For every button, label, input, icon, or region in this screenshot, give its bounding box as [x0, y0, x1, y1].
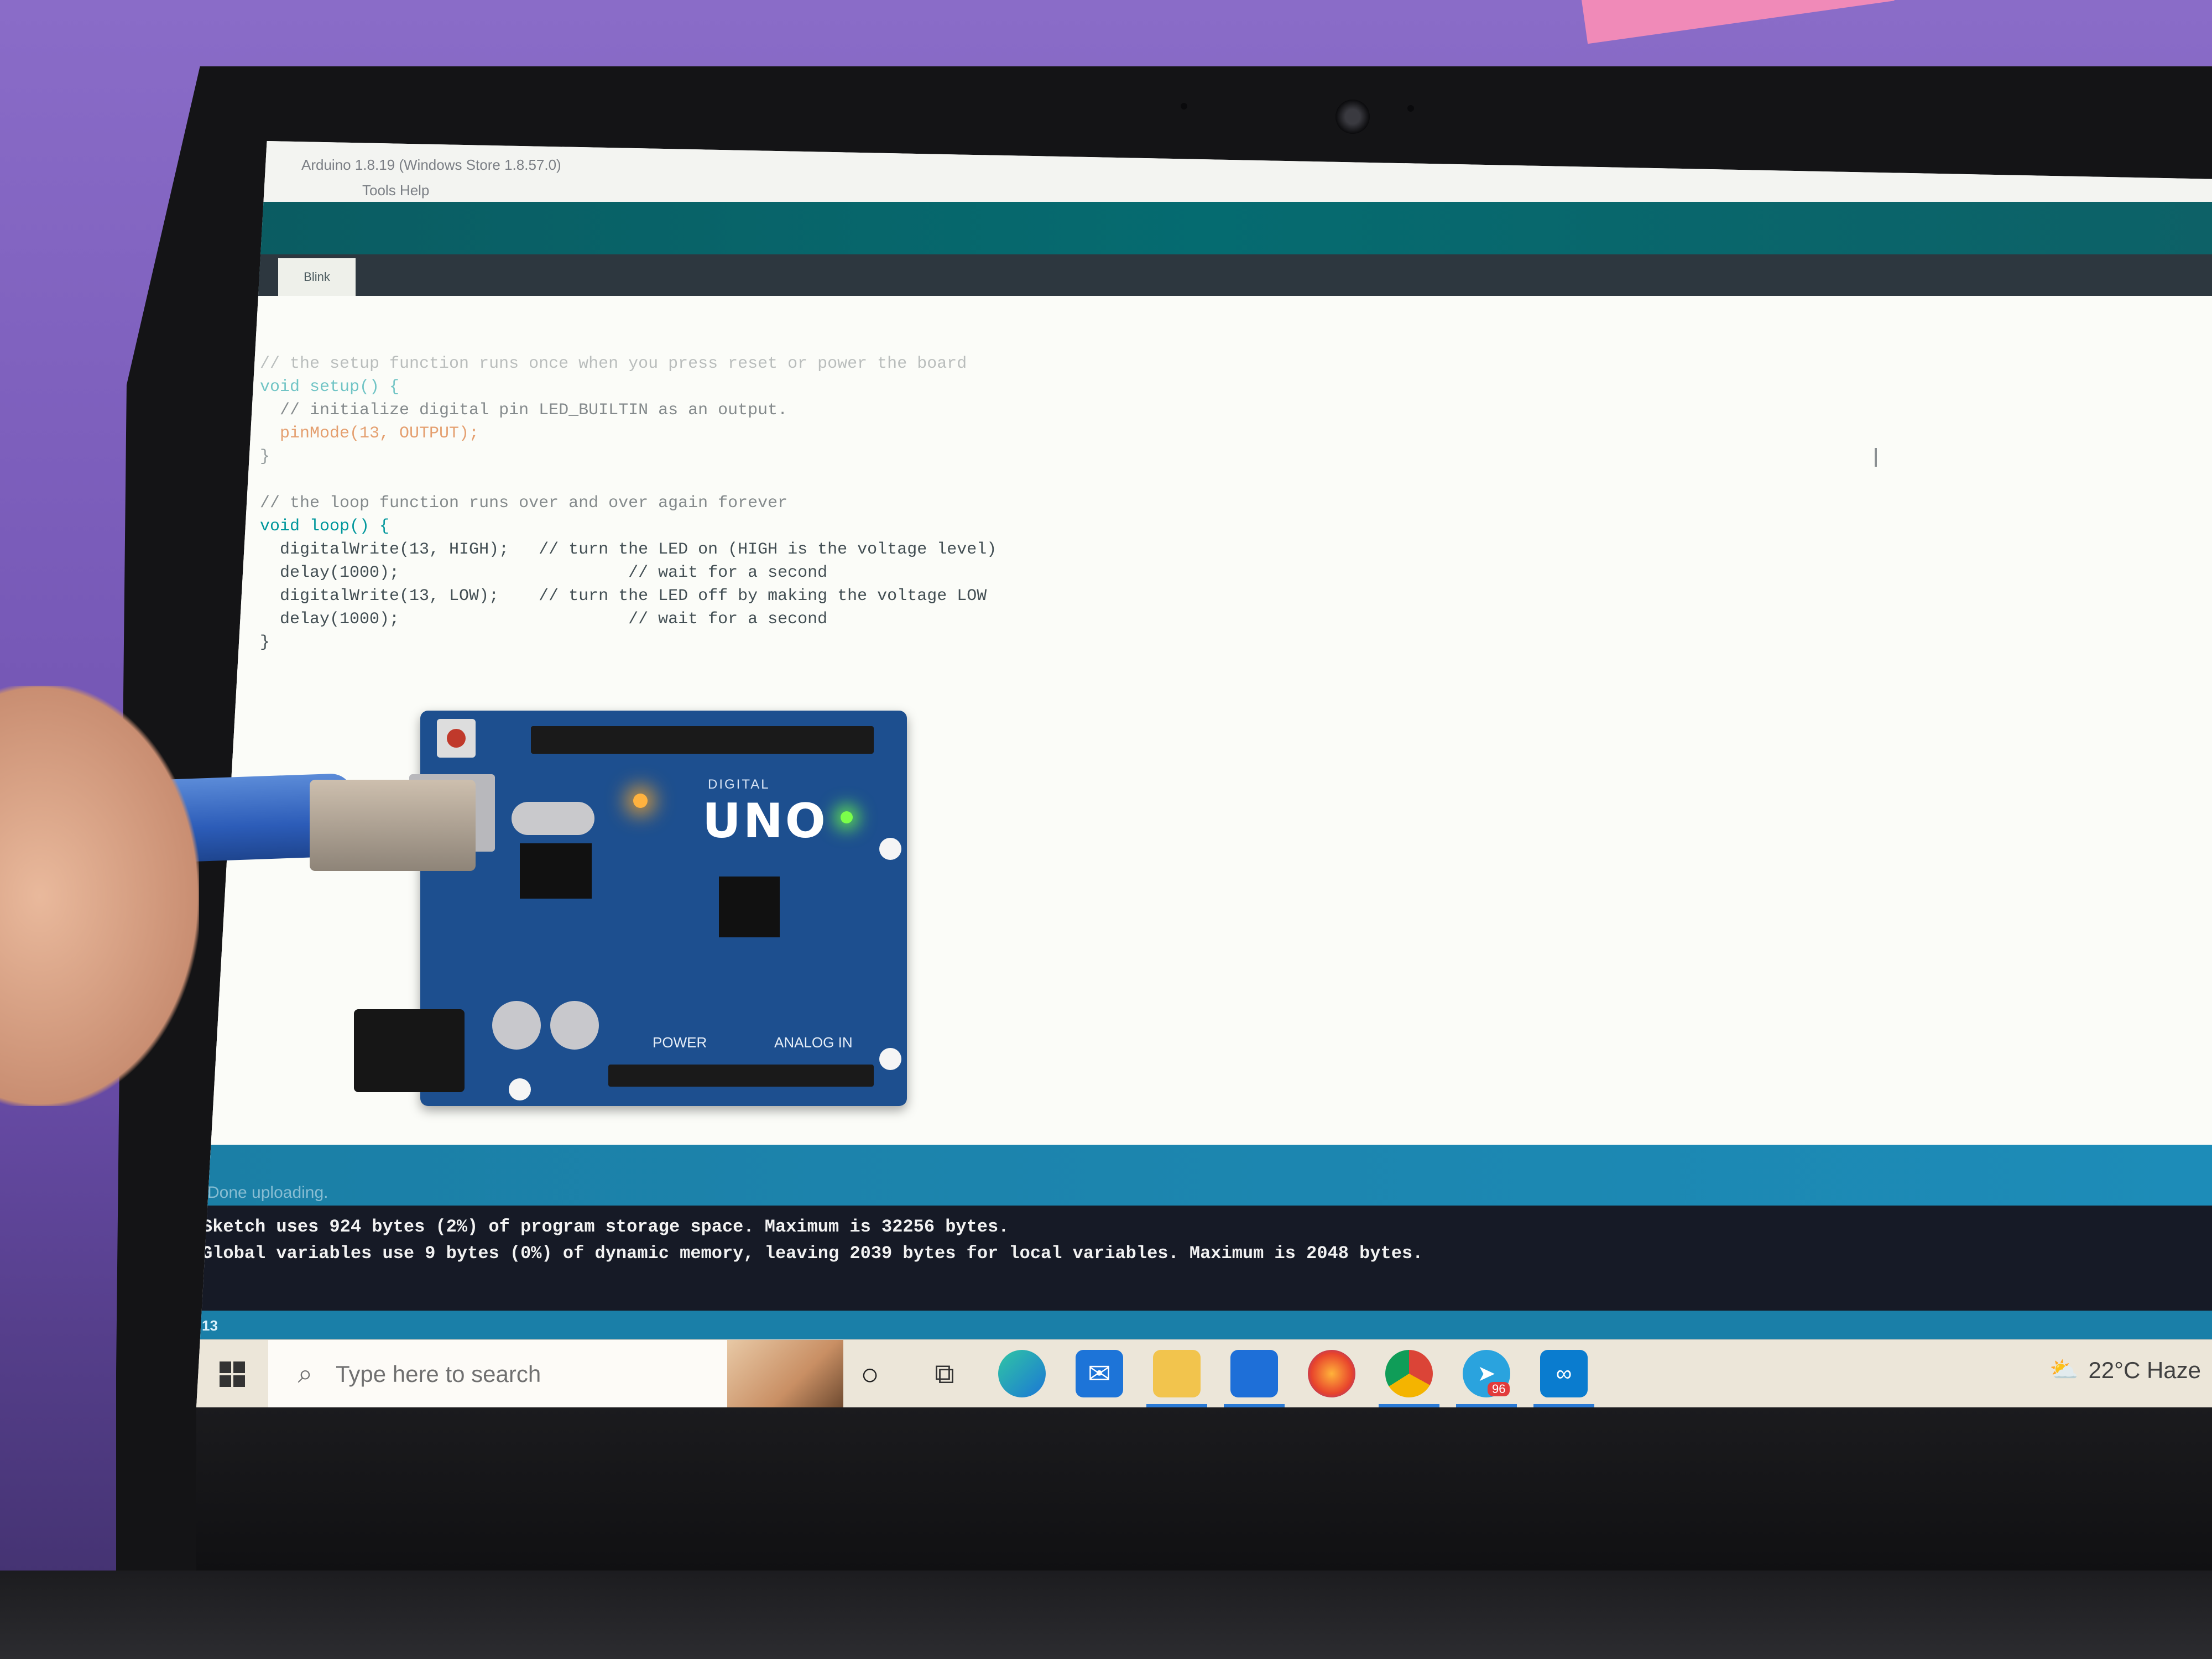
code-line: // initialize digital pin LED_BUILTIN as…	[260, 401, 788, 420]
crystal-oscillator	[512, 802, 594, 835]
webcam-icon	[1335, 100, 1370, 134]
arduino-uno-board: DIGITAL UNO POWER ANALOG IN	[354, 711, 907, 1106]
search-placeholder: Type here to search	[336, 1360, 541, 1387]
usb-chip	[520, 843, 592, 899]
chrome-icon[interactable]	[1385, 1350, 1433, 1397]
search-highlight-image	[727, 1340, 843, 1407]
power-led-icon	[841, 811, 853, 823]
tab-bar	[196, 254, 2212, 296]
led-l-icon	[633, 794, 648, 808]
code-line: delay(1000); // wait for a second	[260, 564, 828, 582]
sensor-dot	[1181, 103, 1187, 109]
text-cursor-icon	[1875, 448, 1877, 467]
task-view-icon[interactable]: ⧉	[921, 1350, 968, 1397]
line-number-bar: 13	[196, 1311, 2212, 1339]
reset-button	[437, 719, 476, 758]
code-line: // the loop function runs over and over …	[260, 494, 788, 513]
firefox-icon[interactable]	[1308, 1350, 1355, 1397]
telegram-badge: 96	[1488, 1382, 1510, 1396]
search-icon: ⌕	[298, 1359, 313, 1389]
arduino-ide-icon[interactable]: ∞	[1540, 1350, 1588, 1397]
system-tray[interactable]: ⛅ 22°C Haze	[2049, 1357, 2201, 1384]
status-bar: Done uploading.	[196, 1145, 2212, 1206]
weather-text: 22°C Haze	[2088, 1357, 2201, 1383]
board-analog-label: ANALOG IN	[774, 1034, 853, 1051]
status-message: Done uploading.	[207, 1183, 328, 1202]
start-button[interactable]	[196, 1347, 268, 1402]
code-line: digitalWrite(13, LOW); // turn the LED o…	[260, 587, 987, 606]
board-digital-label: DIGITAL	[708, 777, 770, 792]
cortana-icon[interactable]: ○	[846, 1350, 894, 1397]
mail-icon[interactable]: ✉	[1076, 1350, 1123, 1397]
digital-header	[531, 726, 874, 754]
window-title: Arduino 1.8.19 (Windows Store 1.8.57.0)	[301, 156, 561, 173]
board-power-label: POWER	[653, 1034, 707, 1051]
code-line: pinMode(13, OUTPUT);	[260, 424, 479, 443]
code-text[interactable]: // the setup function runs once when you…	[260, 329, 997, 654]
code-line: delay(1000); // wait for a second	[260, 610, 828, 629]
console-line: Sketch uses 924 bytes (2%) of program st…	[202, 1217, 1009, 1237]
laptop-base	[0, 1571, 2212, 1659]
weather-icon: ⛅	[2049, 1357, 2079, 1383]
taskbar-search[interactable]: ⌕ Type here to search	[268, 1340, 843, 1407]
edge-icon[interactable]	[998, 1350, 1046, 1397]
code-line: // the setup function runs once when you…	[260, 354, 967, 373]
code-line: void setup() {	[260, 378, 400, 397]
windows-logo-icon	[220, 1361, 245, 1387]
sensor-dot	[1407, 105, 1414, 112]
mount-hole	[879, 1048, 901, 1070]
console-line: Global variables use 9 bytes (0%) of dyn…	[202, 1243, 1423, 1264]
mount-hole	[879, 838, 901, 860]
line-number: 13	[202, 1317, 218, 1334]
microsoft-store-icon[interactable]	[1230, 1350, 1278, 1397]
file-explorer-icon[interactable]	[1153, 1350, 1201, 1397]
windows-taskbar: ⌕ Type here to search ○ ⧉ ✉ ➤ 96 ∞ ⛅ 22°…	[196, 1339, 2212, 1407]
code-line: }	[260, 447, 270, 466]
dc-power-jack	[354, 1009, 465, 1092]
code-line: digitalWrite(13, HIGH); // turn the LED …	[260, 540, 997, 559]
capacitor	[492, 1001, 541, 1050]
menu-bar[interactable]: Tools Help	[362, 182, 429, 199]
tab-blink[interactable]: Blink	[278, 258, 356, 296]
code-line: void loop() {	[260, 517, 390, 536]
mount-hole	[509, 1078, 531, 1100]
usb-plug	[310, 780, 476, 871]
output-console: Sketch uses 924 bytes (2%) of program st…	[196, 1206, 2212, 1311]
capacitor	[550, 1001, 599, 1050]
microcontroller-chip	[719, 877, 780, 937]
code-line: }	[260, 633, 270, 652]
board-name: UNO	[702, 794, 828, 849]
lower-bezel	[196, 1407, 2212, 1573]
hand	[0, 686, 199, 1106]
power-analog-header	[608, 1065, 874, 1087]
